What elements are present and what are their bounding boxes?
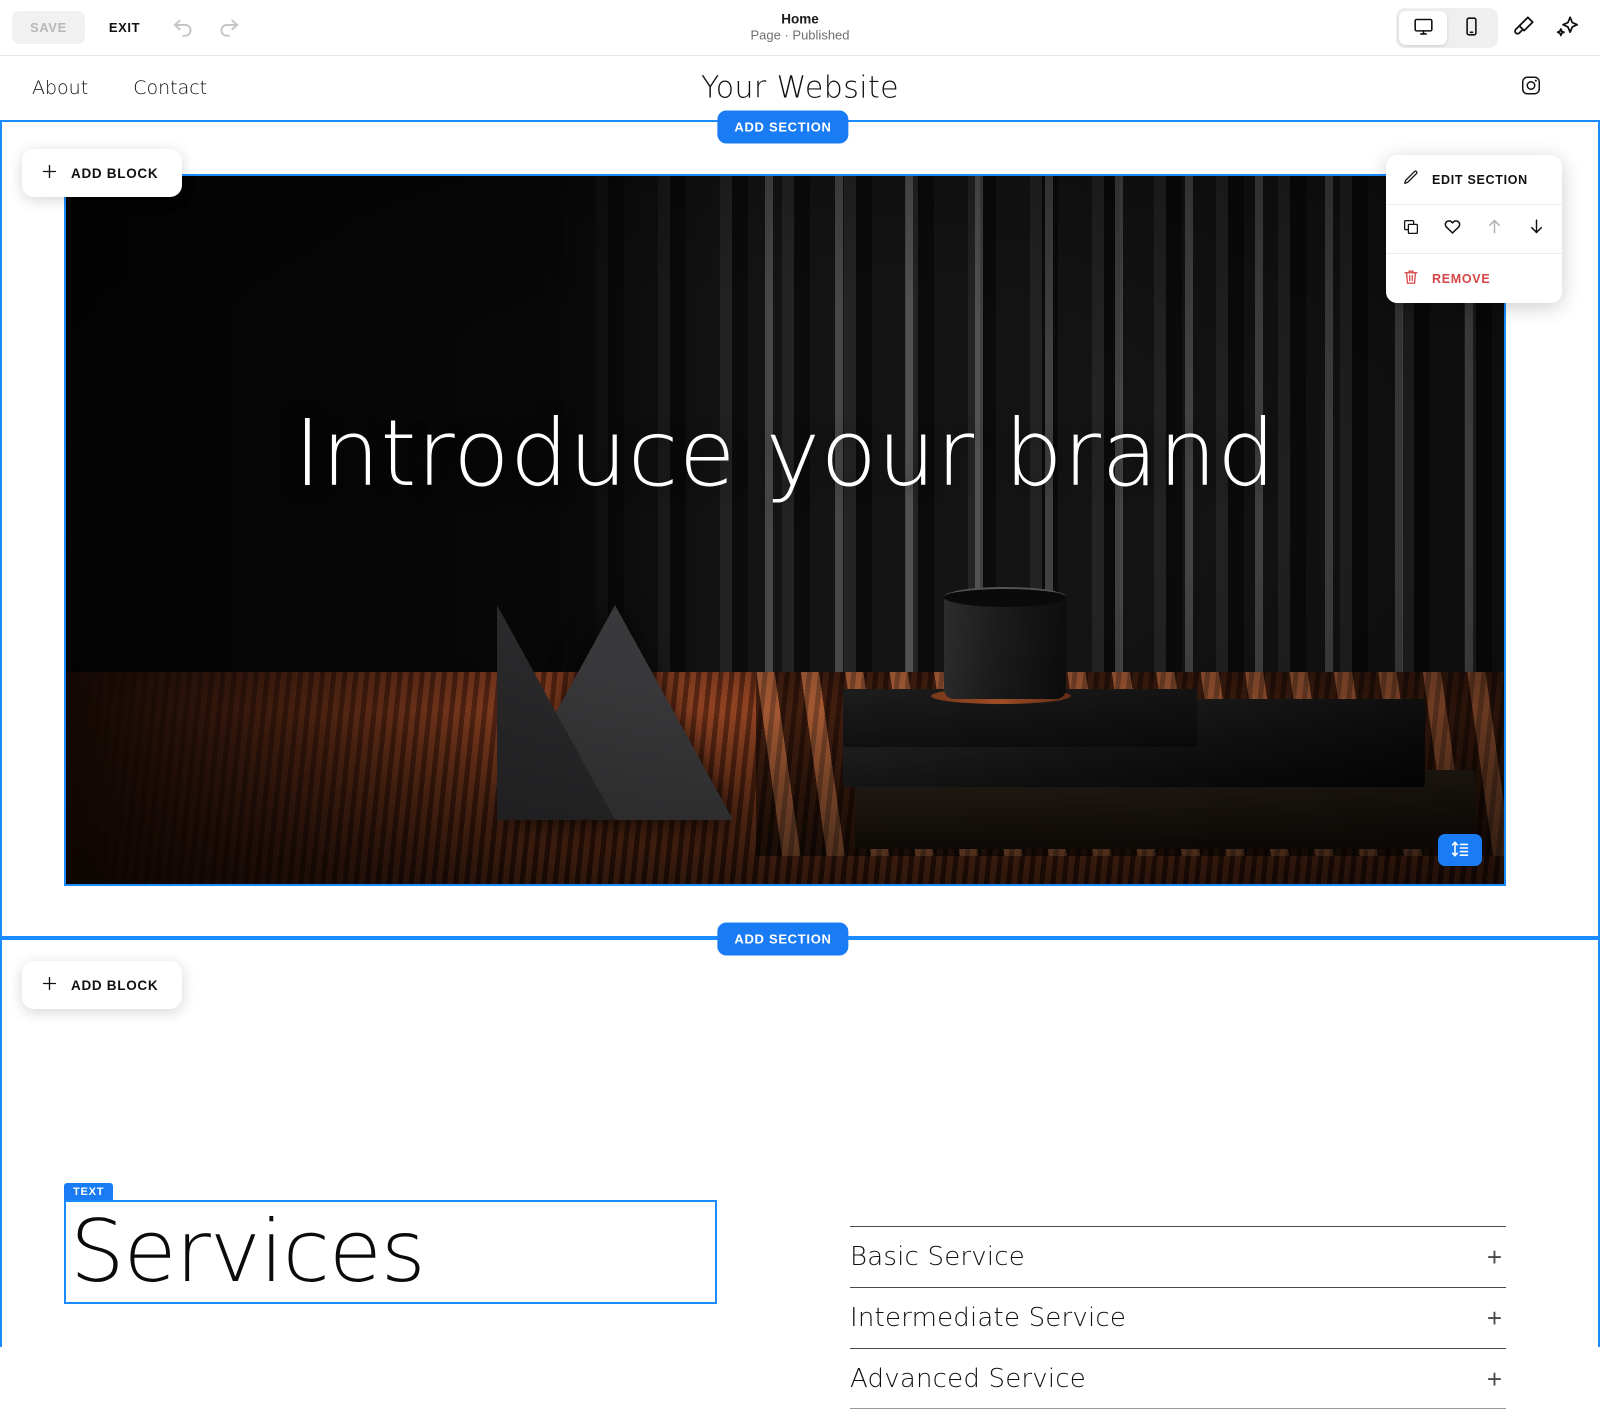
desktop-icon [1413,16,1434,40]
section-height-button[interactable] [1438,834,1482,866]
section-hero[interactable]: Introduce your brand EDIT SECTION REMOVE [0,120,1600,938]
device-toggle [1396,7,1498,48]
device-mobile-button[interactable] [1447,11,1495,45]
device-desktop-button[interactable] [1399,10,1447,45]
duplicate-icon [1402,218,1420,241]
instagram-icon [1520,76,1542,101]
page-status: Page · Published [750,27,850,43]
page-canvas: Introduce your brand EDIT SECTION REMOVE… [0,110,1600,1409]
theme-button[interactable] [1504,9,1542,47]
editor-toolbar-right [1396,7,1586,48]
photo-vignette [66,176,1504,884]
accordion-label: Advanced Service [850,1363,1086,1394]
arrow-down-icon [1527,217,1546,241]
add-section-button-top[interactable]: ADD SECTION [717,110,849,144]
plus-icon[interactable]: + [1487,1305,1506,1331]
ai-assist-button[interactable] [1548,9,1586,47]
nav-item-contact[interactable]: Contact [133,77,207,99]
add-block-label: ADD BLOCK [71,165,159,181]
accordion-item[interactable]: Intermediate Service + [850,1287,1506,1348]
editor-toolbar: SAVE EXIT Home Page · Published [0,0,1600,56]
section-height-icon [1450,839,1470,862]
add-block-label: ADD BLOCK [71,977,159,993]
text-block-services-title[interactable]: TEXT Services [64,1183,717,1304]
trash-icon [1402,268,1420,289]
undo-button[interactable] [164,9,202,47]
accordion-item[interactable]: Basic Service + [850,1226,1506,1287]
editor-toolbar-left: SAVE EXIT [0,9,248,47]
move-section-down-button[interactable] [1527,217,1546,241]
add-block-button-services[interactable]: ADD BLOCK [22,961,183,1009]
accordion-label: Intermediate Service [850,1303,1127,1333]
hero-title[interactable]: Introduce your brand [66,405,1504,503]
site-nav: About Contact [0,77,207,99]
services-heading[interactable]: Services [66,1209,426,1295]
exit-button[interactable]: EXIT [93,11,156,44]
block-type-badge: TEXT [64,1183,114,1200]
remove-section-label: REMOVE [1432,271,1491,286]
services-accordion: Basic Service + Intermediate Service + A… [850,1226,1506,1409]
mobile-icon [1461,16,1482,40]
plus-icon[interactable]: + [1487,1244,1506,1270]
page-info[interactable]: Home Page · Published [750,11,849,44]
section-actions-row [1386,205,1562,253]
sparkle-icon [1555,14,1580,42]
redo-icon [216,13,242,42]
page-title: Home [781,10,819,26]
edit-section-button[interactable]: EDIT SECTION [1386,155,1562,204]
duplicate-section-button[interactable] [1402,218,1420,241]
save-button[interactable]: SAVE [12,11,85,44]
instagram-link[interactable] [1520,75,1542,102]
plus-icon [40,162,59,184]
paintbrush-icon [1511,14,1536,42]
move-section-up-button [1485,217,1504,241]
hero-photo [66,176,1504,884]
section-services[interactable]: TEXT Services Basic Service + Intermedia… [0,938,1600,1409]
accordion-item[interactable]: Advanced Service + [850,1348,1506,1409]
plus-icon[interactable]: + [1487,1366,1506,1392]
pencil-icon [1402,169,1420,190]
remove-section-button[interactable]: REMOVE [1386,254,1562,303]
section-toolbar-panel: EDIT SECTION REMOVE [1386,155,1562,303]
hero-image-block[interactable]: Introduce your brand [64,174,1506,886]
add-block-button-hero[interactable]: ADD BLOCK [22,149,183,197]
redo-button[interactable] [210,9,248,47]
undo-icon [170,13,196,42]
edit-section-label: EDIT SECTION [1432,172,1528,187]
add-section-button-bottom[interactable]: ADD SECTION [717,922,849,956]
heart-icon [1443,217,1462,241]
site-logo[interactable]: Your Website [701,71,899,106]
plus-icon [40,974,59,996]
accordion-label: Basic Service [850,1242,1025,1272]
arrow-up-icon [1485,217,1504,241]
favorite-section-button[interactable] [1443,217,1462,241]
nav-item-about[interactable]: About [32,77,88,99]
